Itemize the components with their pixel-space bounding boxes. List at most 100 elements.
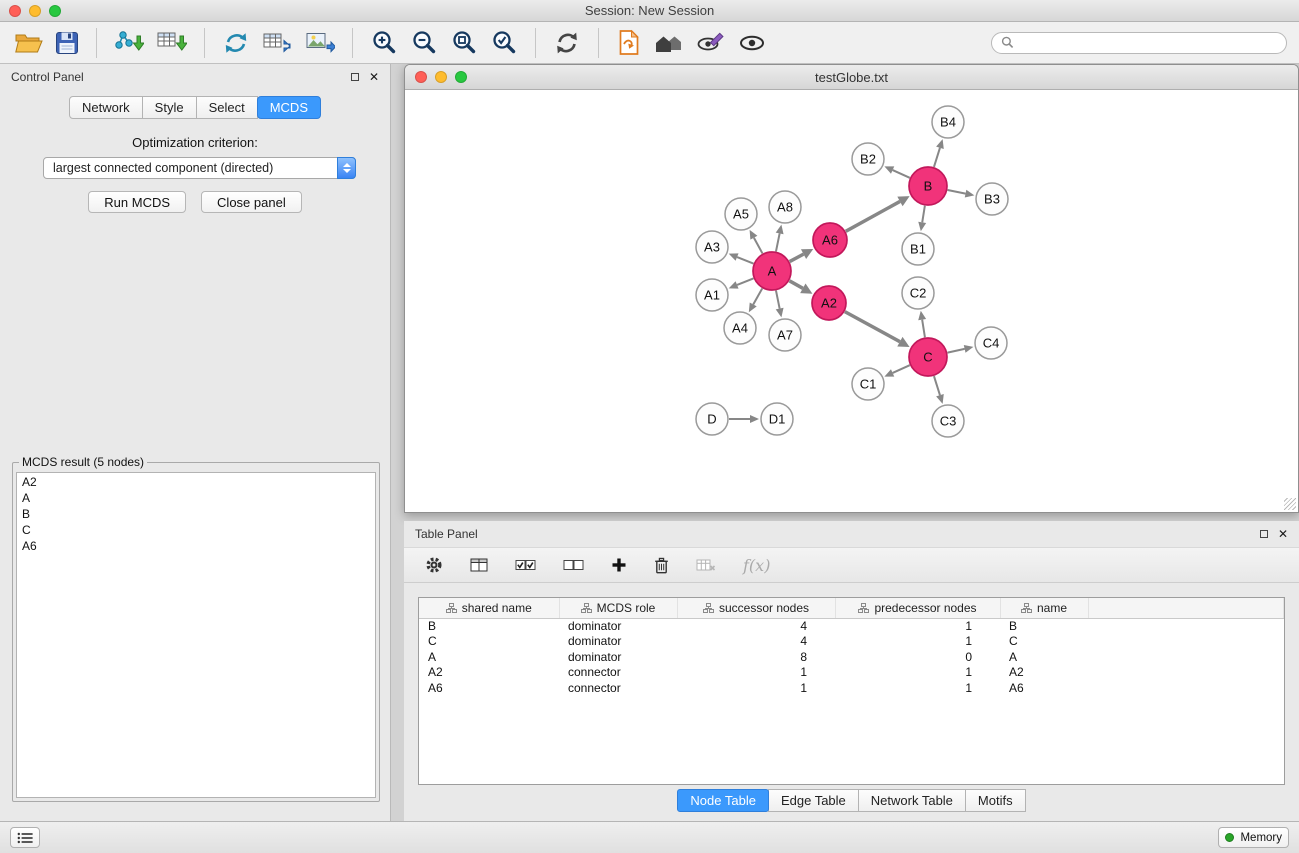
close-panel-icon[interactable]: ✕ — [1278, 528, 1288, 540]
minimize-window-button[interactable] — [29, 5, 41, 17]
column-header-shared-name[interactable]: shared name — [419, 598, 559, 618]
table-cell[interactable]: 4 — [677, 618, 835, 634]
session-document-button[interactable] — [612, 27, 646, 58]
table-cell[interactable]: connector — [559, 680, 677, 696]
column-header-name[interactable]: name — [1000, 598, 1088, 618]
edge-A-A3[interactable] — [737, 257, 753, 264]
edge-B-B3[interactable] — [948, 190, 966, 194]
edge-A-A2[interactable] — [789, 281, 802, 289]
zoom-window-button[interactable] — [455, 71, 467, 83]
close-window-button[interactable] — [9, 5, 21, 17]
zoom-in-button[interactable] — [366, 27, 402, 59]
edge-B-B1[interactable] — [922, 206, 925, 223]
minimize-window-button[interactable] — [435, 71, 447, 83]
edge-B-B4[interactable] — [934, 148, 940, 167]
table-cell[interactable]: 1 — [835, 618, 1000, 634]
mcds-result-list[interactable]: A2ABCA6 — [16, 472, 376, 798]
edge-A-A6[interactable] — [790, 254, 804, 261]
table-cell[interactable]: dominator — [559, 618, 677, 634]
edge-C-C1[interactable] — [893, 365, 910, 373]
tab-node-table[interactable]: Node Table — [677, 789, 769, 812]
show-columns-button[interactable] — [469, 556, 489, 574]
import-table-button[interactable] — [152, 27, 191, 58]
table-cell[interactable]: A — [419, 649, 559, 665]
edge-A-A8[interactable] — [776, 233, 780, 251]
table-row[interactable]: Adominator80A — [419, 649, 1284, 665]
import-network-button[interactable] — [110, 27, 148, 58]
show-view-button[interactable] — [734, 30, 770, 56]
open-folder-button[interactable] — [10, 28, 47, 57]
edge-A-A7[interactable] — [776, 291, 780, 309]
zoom-fit-button[interactable] — [446, 27, 482, 59]
table-cell[interactable]: 8 — [677, 649, 835, 665]
select-all-button[interactable] — [514, 557, 537, 573]
close-panel-icon[interactable]: ✕ — [369, 71, 379, 83]
edge-C-C4[interactable] — [948, 349, 965, 353]
edge-C-C2[interactable] — [922, 320, 925, 338]
table-cell[interactable]: C — [1000, 634, 1088, 650]
table-cell[interactable]: A — [1000, 649, 1088, 665]
edge-B-B2[interactable] — [893, 170, 910, 178]
zoom-out-button[interactable] — [406, 27, 442, 59]
edit-view-button[interactable] — [692, 29, 730, 57]
table-row[interactable]: A2connector11A2 — [419, 665, 1284, 681]
add-column-button[interactable] — [610, 556, 628, 574]
search-box[interactable] — [991, 32, 1287, 54]
table-cell[interactable]: 1 — [835, 680, 1000, 696]
tab-select[interactable]: Select — [196, 96, 258, 119]
table-cell[interactable]: dominator — [559, 634, 677, 650]
table-settings-button[interactable] — [424, 555, 444, 575]
table-cell[interactable]: C — [419, 634, 559, 650]
search-input[interactable] — [1019, 36, 1277, 50]
table-cell[interactable]: connector — [559, 665, 677, 681]
table-cell[interactable]: 1 — [677, 665, 835, 681]
save-button[interactable] — [51, 29, 83, 57]
close-panel-button[interactable]: Close panel — [201, 191, 302, 213]
table-cell[interactable]: A6 — [1000, 680, 1088, 696]
edge-A-A5[interactable] — [754, 238, 763, 254]
deselect-all-button[interactable] — [562, 557, 585, 573]
tab-mcds[interactable]: MCDS — [257, 96, 321, 119]
table-cell[interactable]: dominator — [559, 649, 677, 665]
column-header-mcds-role[interactable]: MCDS role — [559, 598, 677, 618]
table-cell[interactable]: 0 — [835, 649, 1000, 665]
tab-edge-table[interactable]: Edge Table — [768, 789, 859, 812]
node-table[interactable]: shared name MCDS role successor nodes pr… — [418, 597, 1285, 785]
tab-motifs[interactable]: Motifs — [965, 789, 1026, 812]
delete-column-button[interactable] — [653, 556, 670, 575]
table-cell[interactable]: 1 — [677, 680, 835, 696]
close-window-button[interactable] — [415, 71, 427, 83]
network-window-titlebar[interactable]: testGlobe.txt — [405, 65, 1298, 90]
float-panel-icon[interactable] — [351, 73, 359, 81]
network-canvas[interactable]: B4B2BB3A5A8A6B1A3AC2A1A2A4A7C4CC1DD1C3 — [405, 90, 1298, 512]
column-header-predecessor-nodes[interactable]: predecessor nodes — [835, 598, 1000, 618]
edge-C-C3[interactable] — [934, 376, 940, 395]
zoom-selected-button[interactable] — [486, 27, 522, 59]
function-builder-button-disabled[interactable]: f(x) — [742, 555, 771, 576]
tab-style[interactable]: Style — [142, 96, 197, 119]
float-panel-icon[interactable] — [1260, 530, 1268, 538]
edge-A2-C[interactable] — [845, 312, 900, 342]
clone-network-button[interactable] — [218, 28, 254, 58]
run-mcds-button[interactable]: Run MCDS — [88, 191, 186, 213]
column-header-successor-nodes[interactable]: successor nodes — [677, 598, 835, 618]
delete-table-button-disabled[interactable] — [695, 557, 717, 574]
edge-A-A4[interactable] — [753, 288, 762, 304]
table-cell[interactable]: B — [419, 618, 559, 634]
edge-A-A1[interactable] — [737, 278, 753, 285]
table-cell[interactable]: 1 — [835, 665, 1000, 681]
task-history-button[interactable] — [10, 827, 40, 848]
export-table-button[interactable] — [258, 28, 297, 58]
table-cell[interactable]: B — [1000, 618, 1088, 634]
resize-grip[interactable] — [1284, 498, 1296, 510]
table-cell[interactable]: A6 — [419, 680, 559, 696]
tab-network-table[interactable]: Network Table — [858, 789, 966, 812]
edge-A6-B[interactable] — [846, 201, 900, 231]
table-cell[interactable]: 4 — [677, 634, 835, 650]
table-row[interactable]: Cdominator41C — [419, 634, 1284, 650]
optimization-criterion-select[interactable]: largest connected component (directed) — [43, 157, 356, 179]
home-view-button[interactable] — [650, 29, 688, 57]
refresh-button[interactable] — [549, 27, 585, 59]
export-image-button[interactable] — [301, 28, 339, 58]
tab-network[interactable]: Network — [69, 96, 143, 119]
